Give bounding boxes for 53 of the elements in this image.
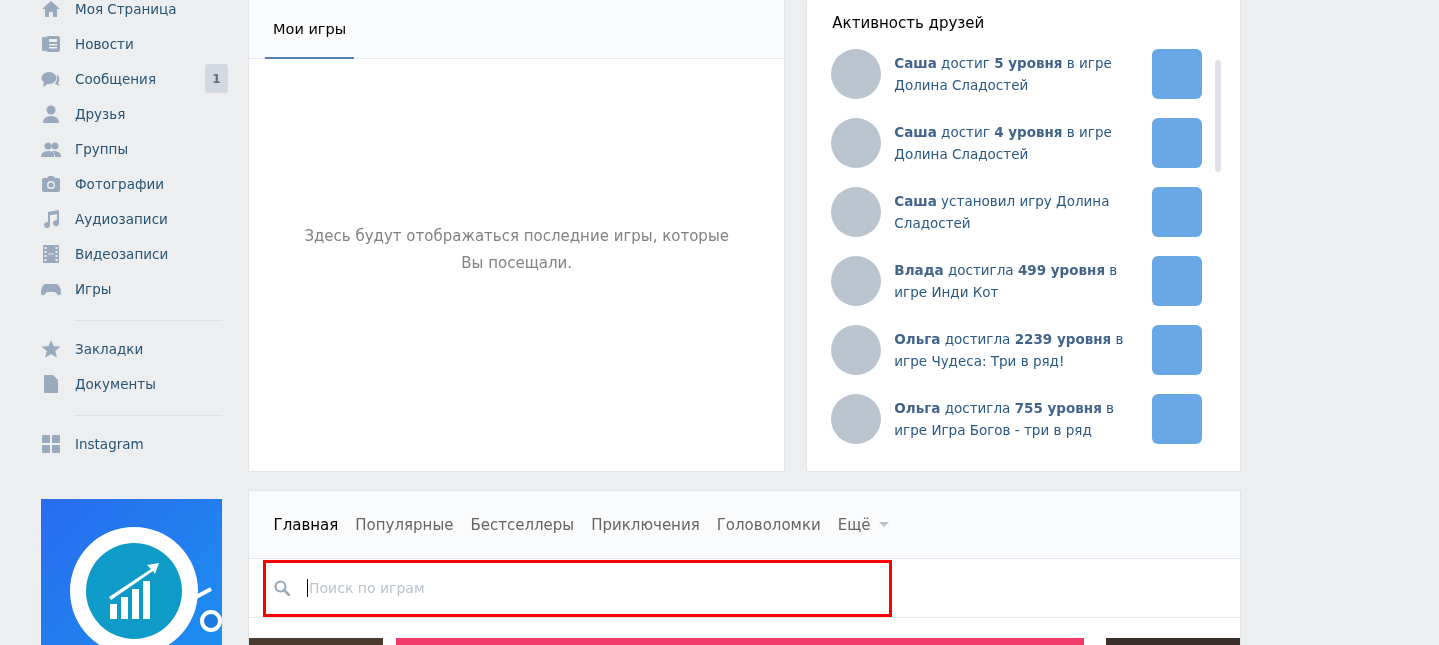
- tab[interactable]: Головоломки: [708, 515, 830, 534]
- camera-icon: [41, 173, 61, 194]
- game-image-placeholder[interactable]: [1152, 187, 1202, 237]
- game-image-placeholder[interactable]: [1152, 49, 1202, 99]
- tab[interactable]: Бестселлеры: [461, 515, 583, 534]
- activity-text: Саша достиг 5 уровня в игре Долина Сладостей: [894, 54, 1113, 95]
- home-icon: [41, 0, 61, 19]
- search-icon: [274, 580, 290, 596]
- sidebar-item[interactable]: Закладки: [40, 331, 228, 366]
- activity-text: Ольга достигла 755 уровня в игре Игра Богов - три в ряд: [894, 399, 1116, 440]
- game-image-placeholder[interactable]: [1152, 325, 1202, 375]
- activity-text: Ольга достигла 2239 уровня в игре Чудеса: Три в ряд!: [894, 330, 1125, 371]
- tab[interactable]: Мои игры: [265, 0, 355, 59]
- person-icon: [41, 103, 61, 124]
- avatar-photo-placeholder[interactable]: [831, 325, 882, 375]
- tab[interactable]: Популярные: [346, 515, 462, 534]
- sidebar-item[interactable]: Instagram: [40, 426, 228, 461]
- newspaper-icon: [41, 33, 61, 54]
- scrollbar[interactable]: [1215, 60, 1222, 172]
- search-field[interactable]: Поиск по играм: [263, 559, 892, 617]
- grid-icon: [41, 433, 61, 454]
- sidebar-item[interactable]: Фотографии: [40, 166, 228, 201]
- sidebar-item[interactable]: Сообщения 1: [40, 61, 228, 96]
- game-image-placeholder[interactable]: [1152, 394, 1202, 444]
- sidebar-item[interactable]: Новости: [40, 26, 228, 61]
- avatar-photo-placeholder[interactable]: [831, 187, 882, 237]
- sidebar-item[interactable]: Аудиозаписи: [40, 201, 228, 236]
- activity-text: Влада достигла 499 уровня в игре Инди Кот: [894, 261, 1119, 302]
- activity-text: Саша установил игру Долина Сладостей: [894, 192, 1111, 233]
- sidebar-item[interactable]: Игры: [40, 271, 228, 306]
- star-icon: [41, 338, 61, 359]
- caret-icon: [878, 521, 889, 528]
- panel-title: Активность друзей: [831, 13, 986, 34]
- sidebar-item[interactable]: Видеозаписи: [40, 236, 228, 271]
- activity-text: Саша достиг 4 уровня в игре Долина Сладостей: [894, 123, 1113, 164]
- music-note-icon: [41, 208, 61, 229]
- avatar-photo-placeholder[interactable]: [831, 394, 882, 444]
- document-icon: [41, 373, 61, 394]
- sidebar-item[interactable]: Документы: [40, 366, 228, 401]
- game-image-placeholder[interactable]: [1152, 118, 1202, 168]
- unread-count: 1: [205, 64, 228, 93]
- tab[interactable]: Ещё: [829, 515, 898, 534]
- avatar-photo-placeholder[interactable]: [831, 118, 882, 168]
- tab[interactable]: Главная: [265, 515, 347, 534]
- sidebar-item[interactable]: Моя Страница: [40, 0, 228, 26]
- tab[interactable]: Приключения: [582, 515, 709, 534]
- sidebar-item[interactable]: Группы: [40, 131, 228, 166]
- avatar-photo-placeholder[interactable]: [831, 256, 882, 306]
- game-image-placeholder[interactable]: [1152, 256, 1202, 306]
- sidebar-item[interactable]: Друзья: [40, 96, 228, 131]
- avatar-photo-placeholder[interactable]: [831, 49, 882, 99]
- film-strip-icon: [41, 243, 61, 264]
- empty-state-text: Здесь будут отображаться последние игры, которые Вы посещали.: [303, 226, 730, 274]
